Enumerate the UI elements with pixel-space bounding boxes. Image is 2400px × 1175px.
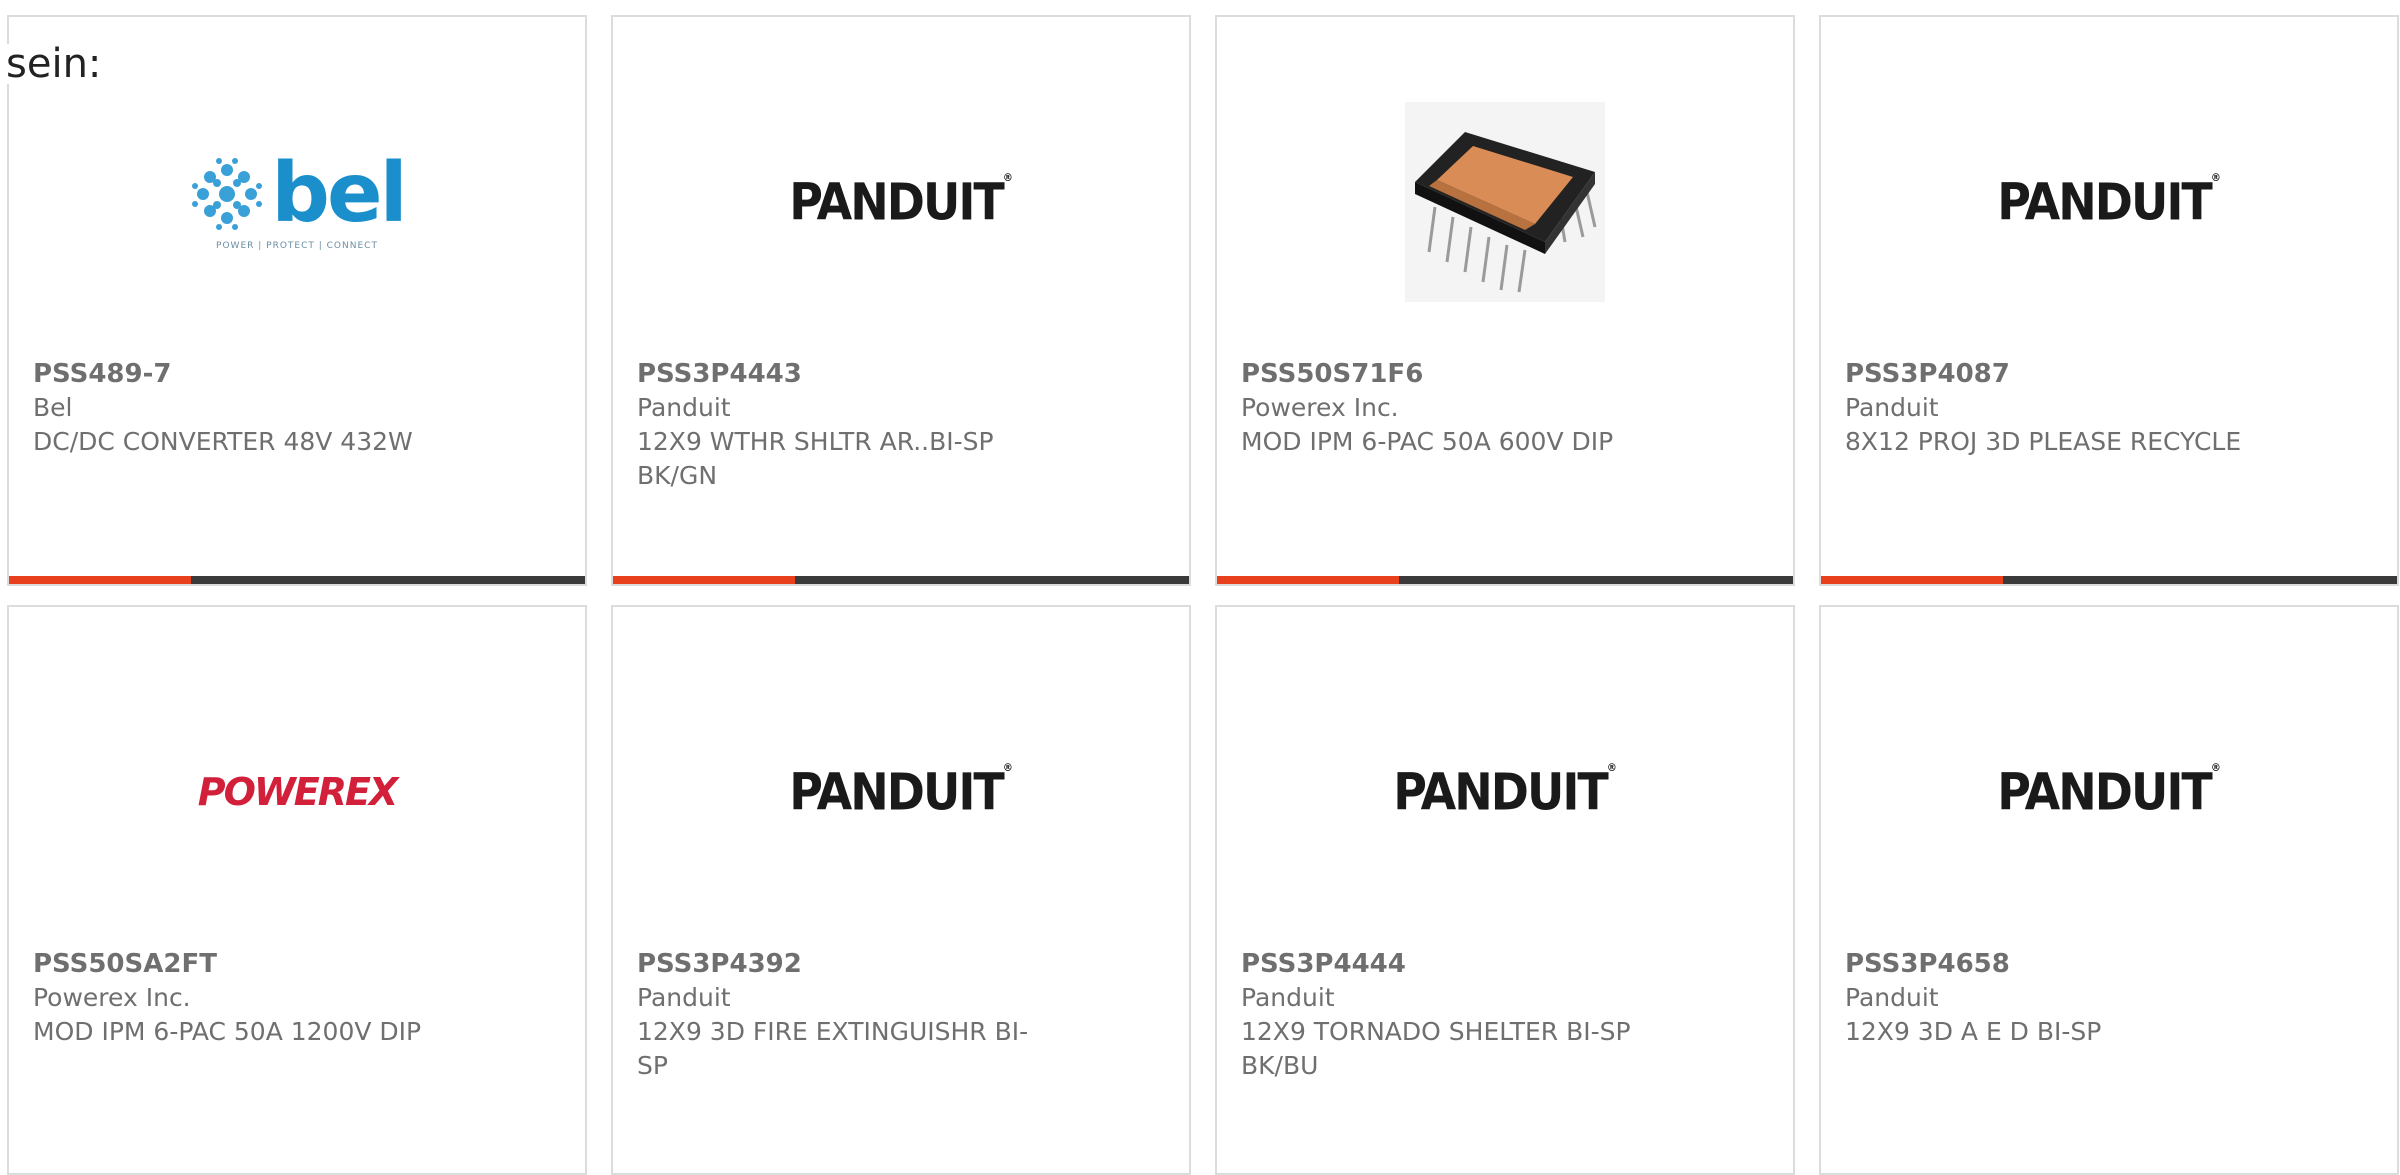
bel-globe-icon	[192, 158, 263, 230]
description: MOD IPM 6-PAC 50A 600V DIP	[1241, 427, 1614, 456]
card-accent	[1217, 576, 1399, 584]
panduit-logo: PANDUIT®	[613, 62, 1189, 342]
bel-logo-tagline: POWER | PROTECT | CONNECT	[216, 241, 378, 251]
part-number[interactable]: PSS489-7	[33, 357, 453, 391]
manufacturer: Panduit	[1241, 983, 1335, 1012]
card-bottom-bar	[613, 576, 1189, 584]
panduit-logo-text: PANDUIT®	[1997, 762, 2221, 822]
section-heading: sein:	[6, 44, 106, 84]
card-bottom-bar	[9, 576, 585, 584]
part-number[interactable]: PSS3P4658	[1845, 947, 2265, 981]
manufacturer: Powerex Inc.	[1241, 393, 1399, 422]
part-number[interactable]: PSS50S71F6	[1241, 357, 1661, 391]
part-number[interactable]: PSS3P4392	[637, 947, 1057, 981]
bel-logo: bel POWER | PROTECT | CONNECT	[9, 62, 585, 342]
panduit-logo-text: PANDUIT®	[789, 762, 1013, 822]
product-card[interactable]: bel POWER | PROTECT | CONNECT PSS489-7 B…	[7, 15, 587, 586]
panduit-logo-text: PANDUIT®	[789, 172, 1013, 232]
ipm-module-photo	[1217, 62, 1793, 342]
product-card[interactable]: PANDUIT® PSS3P4444 Panduit 12X9 TORNADO …	[1215, 605, 1795, 1175]
description: 12X9 3D FIRE EXTINGUISHR BI-	[637, 1017, 1029, 1046]
manufacturer: Bel	[33, 393, 73, 422]
manufacturer: Powerex Inc.	[33, 983, 191, 1012]
manufacturer: Panduit	[637, 393, 731, 422]
description: DC/DC CONVERTER 48V 432W	[33, 427, 413, 456]
card-accent	[1821, 576, 2003, 584]
card-bottom-bar	[1217, 576, 1793, 584]
powerex-logo: POWEREX	[9, 652, 585, 932]
description: 12X9 3D A E D BI-SP	[1845, 1017, 2102, 1046]
description-line-2: BK/BU	[1241, 1051, 1319, 1080]
product-card[interactable]: PANDUIT® PSS3P4087 Panduit 8X12 PROJ 3D …	[1819, 15, 2399, 586]
description-line-2: BK/GN	[637, 461, 718, 490]
card-accent	[613, 576, 795, 584]
bel-logo-text: bel	[271, 146, 407, 241]
manufacturer: Panduit	[1845, 983, 1939, 1012]
card-accent	[9, 576, 191, 584]
product-card[interactable]: PANDUIT® PSS3P4392 Panduit 12X9 3D FIRE …	[611, 605, 1191, 1175]
manufacturer: Panduit	[1845, 393, 1939, 422]
part-number[interactable]: PSS3P4087	[1845, 357, 2265, 391]
powerex-logo-text: POWEREX	[197, 770, 399, 814]
panduit-logo: PANDUIT®	[1217, 652, 1793, 932]
description: 12X9 WTHR SHLTR AR..BI-SP	[637, 427, 994, 456]
description-line-2: SP	[637, 1051, 668, 1080]
description: MOD IPM 6-PAC 50A 1200V DIP	[33, 1017, 422, 1046]
panduit-logo: PANDUIT®	[613, 652, 1189, 932]
description: 12X9 TORNADO SHELTER BI-SP	[1241, 1017, 1631, 1046]
product-card[interactable]: POWEREX PSS50SA2FT Powerex Inc. MOD IPM …	[7, 605, 587, 1175]
ipm-module-image	[1405, 102, 1605, 302]
part-number[interactable]: PSS50SA2FT	[33, 947, 453, 981]
product-card[interactable]: PSS50S71F6 Powerex Inc. MOD IPM 6-PAC 50…	[1215, 15, 1795, 586]
product-card[interactable]: PANDUIT® PSS3P4443 Panduit 12X9 WTHR SHL…	[611, 15, 1191, 586]
part-number[interactable]: PSS3P4444	[1241, 947, 1661, 981]
card-bottom-bar	[1821, 576, 2397, 584]
panduit-logo-text: PANDUIT®	[1393, 762, 1617, 822]
panduit-logo-text: PANDUIT®	[1997, 172, 2221, 232]
description: 8X12 PROJ 3D PLEASE RECYCLE	[1845, 427, 2242, 456]
product-card[interactable]: PANDUIT® PSS3P4658 Panduit 12X9 3D A E D…	[1819, 605, 2399, 1175]
manufacturer: Panduit	[637, 983, 731, 1012]
panduit-logo: PANDUIT®	[1821, 652, 2397, 932]
panduit-logo: PANDUIT®	[1821, 62, 2397, 342]
part-number[interactable]: PSS3P4443	[637, 357, 1057, 391]
